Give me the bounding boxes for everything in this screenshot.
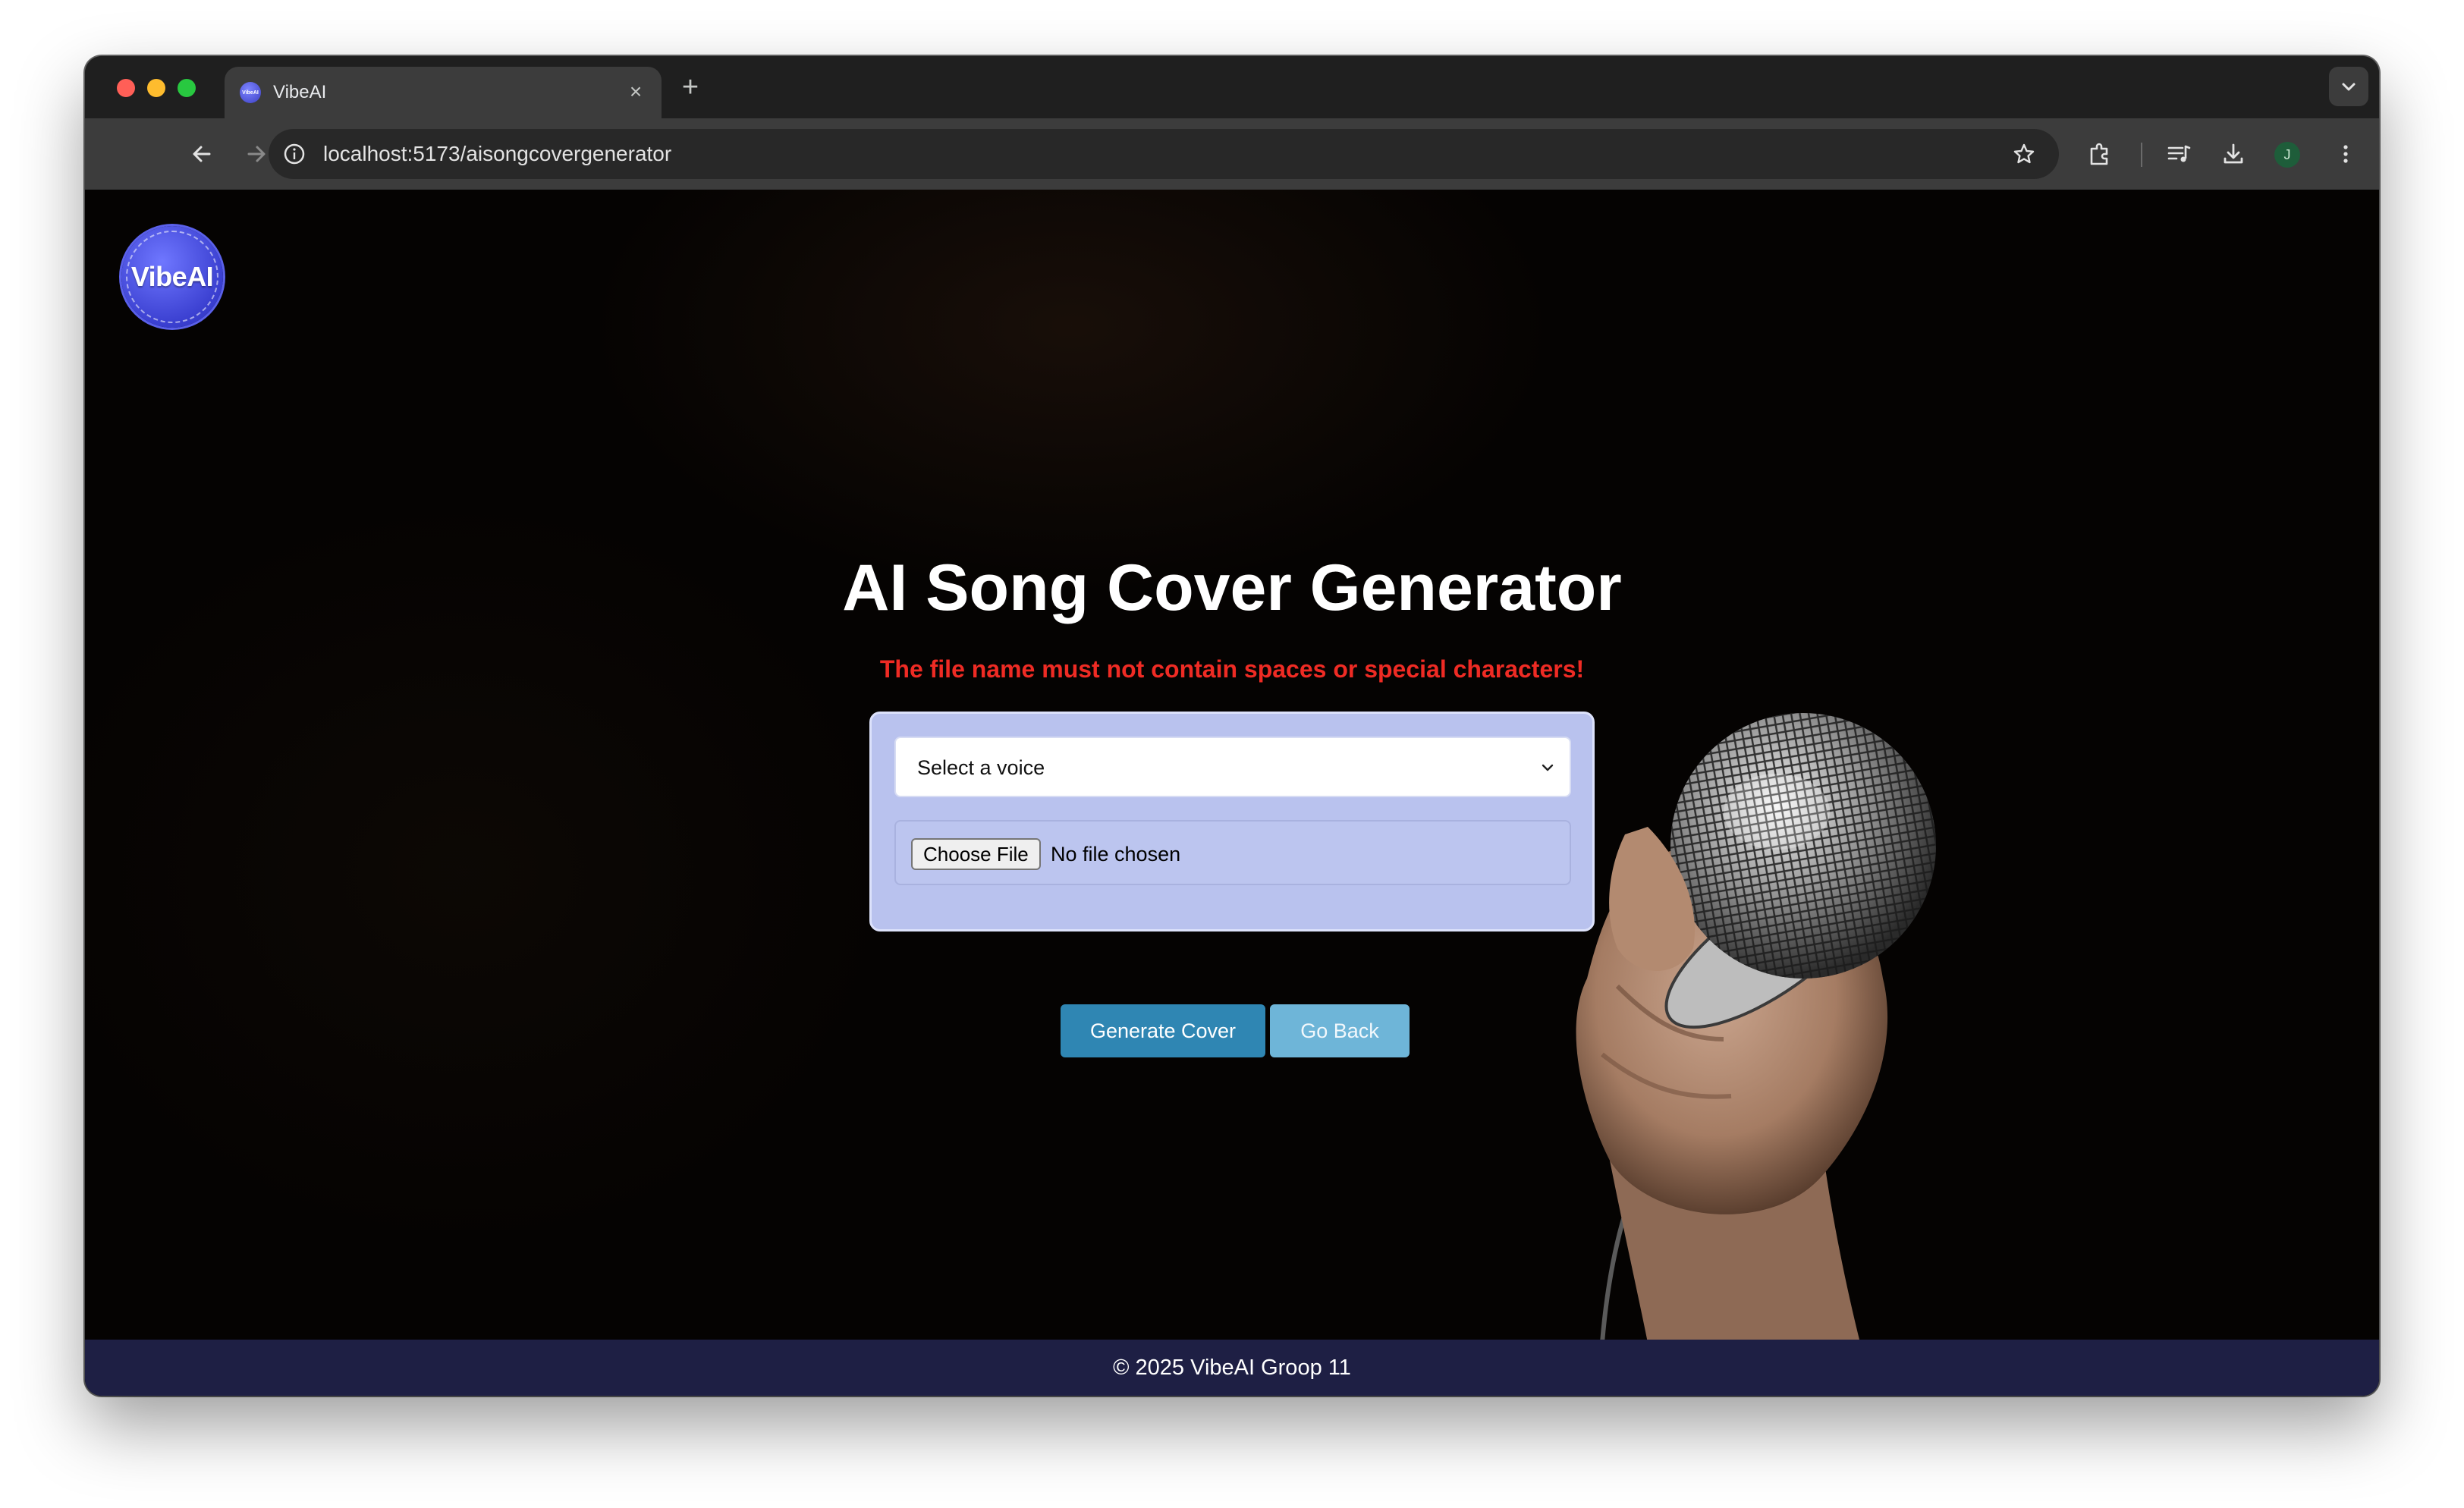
forward-icon[interactable] [241,139,272,169]
star-icon[interactable] [2012,142,2036,166]
voice-select[interactable]: Select a voice [894,737,1571,797]
close-window-button[interactable] [117,79,135,97]
chevron-down-icon [1542,764,1554,771]
more-icon[interactable] [2330,139,2361,169]
vibeai-logo[interactable]: VibeAI [121,226,223,328]
maximize-window-button[interactable] [178,79,196,97]
new-tab-icon[interactable]: + [675,73,706,103]
page-title: AI Song Cover Generator [842,551,1622,624]
tab-favicon-icon: VibeAI [240,82,261,103]
url-text: localhost:5173/aisongcovergenerator [323,142,672,165]
go-back-button[interactable]: Go Back [1270,1004,1410,1057]
profile-avatar[interactable]: J [2274,142,2300,168]
voice-select-value: Select a voice [917,756,1045,779]
chevron-down-icon [2342,83,2356,91]
choose-file-button[interactable]: Choose File [911,838,1041,870]
browser-toolbar: localhost:5173/aisongcovergenerator J [85,118,2379,190]
tab-bar: VibeAI VibeAI × + [85,56,2379,118]
logo-text: VibeAI [130,261,214,292]
file-status-text: No file chosen [1051,843,1181,866]
generate-cover-button[interactable]: Generate Cover [1061,1004,1265,1057]
toolbar-separator [2141,143,2142,167]
tab-title: VibeAI [273,82,327,102]
tab-close-icon[interactable]: × [624,80,648,104]
page-footer: © 2025 VibeAI Groop 11 [85,1340,2379,1396]
tab-vibeai[interactable]: VibeAI VibeAI × [225,67,662,118]
extensions-icon[interactable] [2085,139,2115,169]
cover-form-card: Select a voice Choose File No file chose… [869,712,1595,932]
download-icon[interactable] [2218,139,2249,169]
filename-warning: The file name must not contain spaces or… [879,655,1585,683]
audio-file-input: Choose File No file chosen [894,820,1571,885]
media-icon[interactable] [2164,139,2194,169]
back-icon[interactable] [187,139,217,169]
page-viewport: VibeAI AI Song Cover Generator The file … [85,190,2379,1396]
tab-search-button[interactable] [2329,67,2368,106]
address-bar[interactable]: localhost:5173/aisongcovergenerator [269,129,2059,179]
browser-window: VibeAI VibeAI × + localhost:5173/aisongc… [85,56,2379,1396]
minimize-window-button[interactable] [147,79,165,97]
info-icon[interactable] [282,142,306,166]
